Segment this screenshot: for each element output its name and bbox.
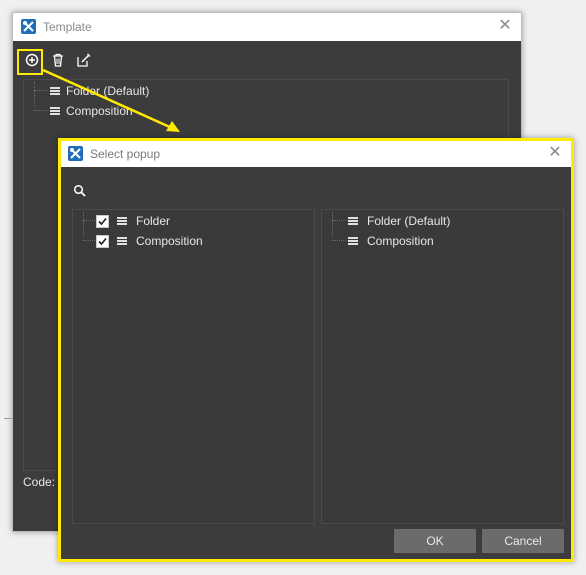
node-icon bbox=[117, 217, 127, 225]
list-item-label: Composition bbox=[136, 234, 203, 248]
tree-item-composition[interactable]: Composition bbox=[50, 102, 133, 120]
list-item-folder[interactable]: Folder bbox=[96, 212, 170, 230]
window-title: Template bbox=[43, 20, 92, 34]
cancel-button[interactable]: Cancel bbox=[482, 529, 564, 553]
list-item-label: Folder (Default) bbox=[367, 214, 451, 228]
list-item-folder-default[interactable]: Folder (Default) bbox=[348, 212, 450, 230]
list-item-composition[interactable]: Composition bbox=[348, 232, 434, 250]
checkbox-composition[interactable] bbox=[96, 234, 109, 248]
popup-titlebar: Select popup ✕ bbox=[61, 141, 571, 167]
edit-button[interactable] bbox=[74, 51, 92, 69]
node-icon bbox=[348, 237, 358, 245]
list-item-label: Folder bbox=[136, 214, 171, 228]
node-icon bbox=[50, 107, 60, 115]
delete-button[interactable] bbox=[49, 51, 67, 69]
code-label: Code: bbox=[23, 475, 56, 489]
add-button-highlight bbox=[17, 49, 43, 75]
edit-icon bbox=[76, 52, 91, 67]
tree-item-folder-default[interactable]: Folder (Default) bbox=[50, 82, 149, 100]
close-icon[interactable]: ✕ bbox=[497, 18, 513, 34]
template-titlebar: Template ✕ bbox=[13, 13, 521, 41]
popup-title: Select popup bbox=[90, 147, 161, 161]
checkmark-icon bbox=[98, 217, 107, 225]
select-popup-window: Select popup ✕ Folder Composition Folder… bbox=[58, 138, 574, 562]
app-icon bbox=[21, 19, 36, 34]
tree-item-label: Folder (Default) bbox=[66, 84, 150, 98]
list-item-label: Composition bbox=[367, 234, 434, 248]
node-icon bbox=[50, 87, 60, 95]
checkbox-folder[interactable] bbox=[96, 214, 109, 228]
app-icon bbox=[68, 146, 83, 161]
available-list: Folder Composition bbox=[72, 209, 315, 524]
node-icon bbox=[117, 237, 127, 245]
selected-list: Folder (Default) Composition bbox=[321, 209, 564, 524]
node-icon bbox=[348, 217, 358, 225]
background-divider bbox=[4, 418, 12, 419]
close-icon[interactable]: ✕ bbox=[547, 145, 563, 161]
ok-button[interactable]: OK bbox=[394, 529, 476, 553]
list-item-composition[interactable]: Composition bbox=[96, 232, 203, 250]
search-icon[interactable] bbox=[73, 184, 87, 198]
trash-icon bbox=[53, 53, 63, 67]
checkmark-icon bbox=[98, 237, 107, 245]
tree-item-label: Composition bbox=[66, 104, 133, 118]
